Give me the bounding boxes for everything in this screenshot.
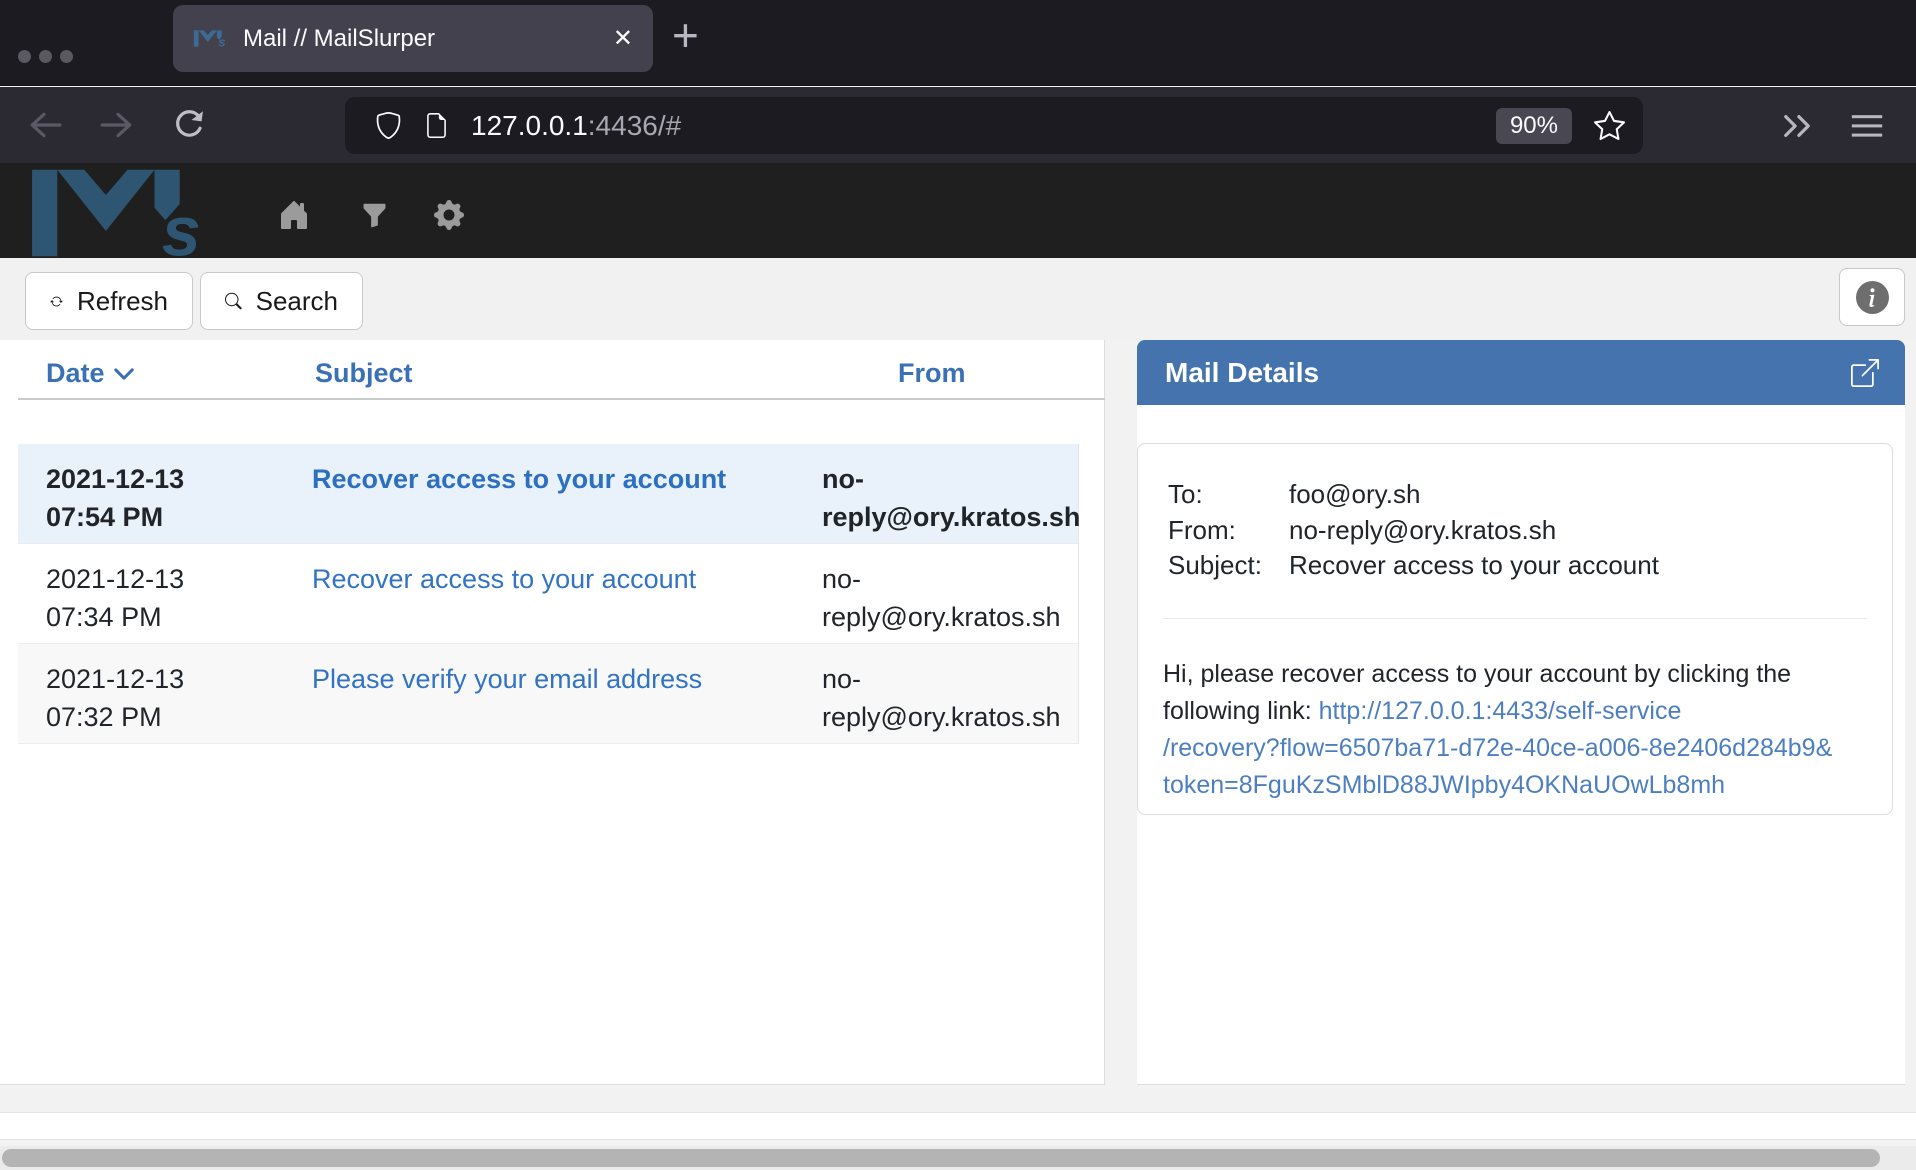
mail-date: 2021-12-13 07:54 PM: [46, 460, 258, 536]
sort-chevron-down-icon: [113, 363, 135, 385]
filter-funnel-icon[interactable]: [361, 202, 388, 229]
column-header-date[interactable]: Date: [46, 358, 135, 389]
url-path: :4436/#: [588, 110, 681, 141]
to-value: foo@ory.sh: [1289, 479, 1420, 509]
svg-text:s: s: [218, 34, 225, 47]
mail-subject-link[interactable]: Recover access to your account: [312, 460, 752, 498]
window-minimize-button[interactable]: [39, 50, 52, 63]
tab-close-icon[interactable]: ✕: [613, 27, 633, 51]
mailslurper-favicon: s: [193, 30, 229, 47]
window-controls: [18, 50, 73, 63]
search-button[interactable]: Search: [200, 272, 363, 330]
subject-label: Subject:: [1168, 547, 1289, 583]
url-text: 127.0.0.1:4436/#: [471, 110, 681, 142]
svg-text:s: s: [162, 191, 201, 258]
app-toolbar: Refresh Search: [0, 258, 1916, 340]
mail-subject-link[interactable]: Recover access to your account: [312, 560, 752, 598]
mail-from: no-reply@ory.kratos.sh: [822, 460, 1074, 536]
field-to: To:foo@ory.sh: [1168, 476, 1420, 512]
mail-subject-link[interactable]: Please verify your email address: [312, 660, 752, 698]
window-close-button[interactable]: [18, 50, 31, 63]
menu-hamburger-icon[interactable]: [1850, 113, 1884, 139]
table-header-divider: [18, 398, 1105, 400]
column-header-subject[interactable]: Subject: [315, 358, 413, 389]
info-button[interactable]: [1839, 268, 1905, 326]
mailslurper-header: s: [0, 163, 1916, 258]
mail-list-panel: Date Subject From 2021-12-13 07:54 PM Re…: [0, 340, 1105, 1085]
mail-details-card: To:foo@ory.sh From:no-reply@ory.kratos.s…: [1137, 443, 1893, 815]
mail-body: Hi, please recover access to your accoun…: [1163, 656, 1875, 804]
mail-row[interactable]: 2021-12-13 07:32 PM Please verify your e…: [18, 644, 1078, 744]
horizontal-scrollbar[interactable]: [0, 1146, 1916, 1170]
field-from: From:no-reply@ory.kratos.sh: [1168, 512, 1556, 548]
browser-window: s Mail // MailSlurper ✕ + 127.0.0.1:4436…: [0, 0, 1916, 1170]
body-text-line2: following link:: [1163, 697, 1319, 725]
mail-row[interactable]: 2021-12-13 07:34 PM Recover access to yo…: [18, 544, 1078, 644]
url-host: 127.0.0.1: [471, 110, 588, 141]
search-icon: [225, 288, 242, 314]
from-value: no-reply@ory.kratos.sh: [1289, 515, 1556, 545]
scrollbar-thumb[interactable]: [2, 1149, 1880, 1167]
mail-rows: 2021-12-13 07:54 PM Recover access to yo…: [18, 444, 1079, 744]
url-bar[interactable]: 127.0.0.1:4436/# 90%: [345, 97, 1643, 154]
home-icon[interactable]: [278, 199, 310, 231]
tab-mailslurper[interactable]: s Mail // MailSlurper ✕: [173, 5, 653, 72]
zoom-level-badge[interactable]: 90%: [1496, 108, 1572, 144]
mail-details-panel: To:foo@ory.sh From:no-reply@ory.kratos.s…: [1137, 405, 1905, 1085]
mail-date: 2021-12-13 07:34 PM: [46, 560, 258, 636]
overflow-chevrons-icon[interactable]: [1778, 111, 1816, 141]
refresh-button[interactable]: Refresh: [25, 272, 193, 330]
window-zoom-button[interactable]: [60, 50, 73, 63]
search-label: Search: [256, 286, 338, 317]
subject-value: Recover access to your account: [1289, 550, 1659, 580]
mail-row-selected[interactable]: 2021-12-13 07:54 PM Recover access to yo…: [18, 444, 1078, 544]
footer-strip: [0, 1112, 1916, 1140]
reload-icon[interactable]: [172, 108, 206, 142]
field-subject: Subject:Recover access to your account: [1168, 547, 1659, 583]
mail-details-title: Mail Details: [1165, 357, 1319, 389]
column-header-from[interactable]: From: [898, 358, 966, 389]
forward-icon[interactable]: [98, 108, 136, 142]
info-icon: [1856, 281, 1889, 314]
mailslurper-logo: s: [28, 168, 218, 258]
tracking-shield-icon[interactable]: [375, 112, 402, 139]
back-icon[interactable]: [26, 108, 64, 142]
open-external-icon[interactable]: [1851, 359, 1879, 387]
refresh-icon: [50, 287, 63, 316]
settings-gear-icon[interactable]: [434, 200, 464, 230]
body-text-line1: Hi, please recover access to your accoun…: [1163, 660, 1791, 688]
mail-details-header: Mail Details: [1137, 340, 1905, 405]
new-tab-button[interactable]: +: [672, 10, 699, 60]
from-label: From:: [1168, 512, 1289, 548]
tab-bar: s Mail // MailSlurper ✕ +: [0, 0, 1916, 86]
card-divider: [1163, 618, 1867, 619]
page-info-icon[interactable]: [424, 113, 449, 138]
navigation-toolbar: 127.0.0.1:4436/# 90%: [0, 87, 1916, 163]
mail-date: 2021-12-13 07:32 PM: [46, 660, 258, 736]
refresh-label: Refresh: [77, 286, 168, 317]
tab-title: Mail // MailSlurper: [243, 25, 435, 53]
to-label: To:: [1168, 476, 1289, 512]
bookmark-star-icon[interactable]: [1594, 110, 1625, 141]
mail-from: no-reply@ory.kratos.sh: [822, 660, 1074, 736]
mail-from: no-reply@ory.kratos.sh: [822, 560, 1074, 636]
